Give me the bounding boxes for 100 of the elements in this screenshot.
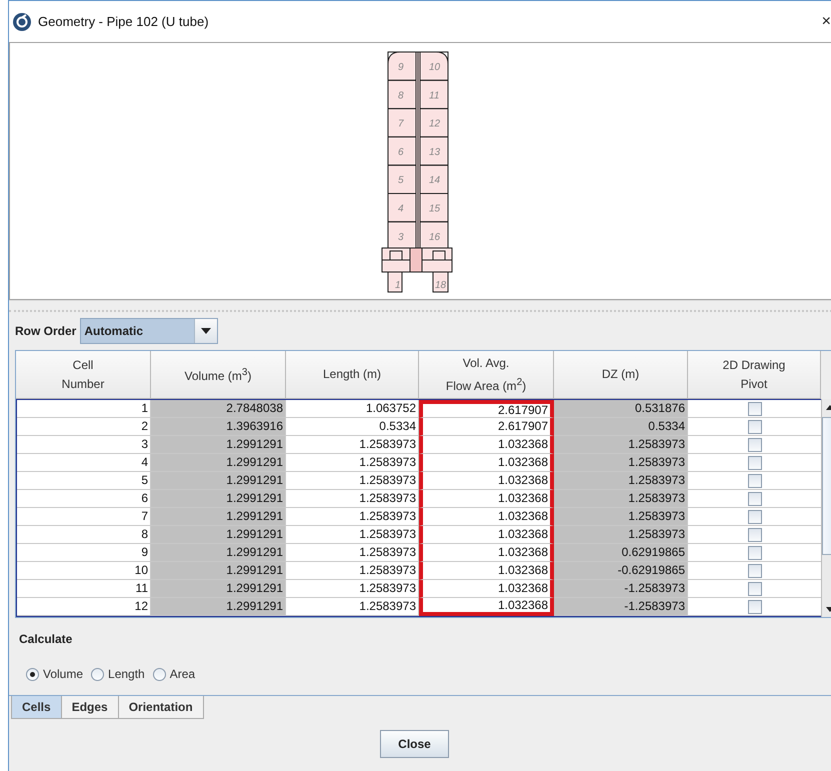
- table-cell: 1.3963916: [151, 418, 286, 436]
- table-cell: 1.2991291: [151, 454, 286, 472]
- table-cell: 1.032368: [419, 598, 554, 616]
- radio-option[interactable]: Volume: [26, 667, 84, 681]
- cell-label: 11: [428, 90, 439, 102]
- table-cell: 5: [17, 472, 151, 490]
- pivot-checkbox[interactable]: [748, 492, 762, 506]
- cell-label: 18: [434, 280, 446, 291]
- table-cell: 1.032368: [419, 508, 554, 526]
- close-button[interactable]: Close: [380, 730, 449, 758]
- table-cell: 1.2583973: [554, 508, 688, 526]
- calculate-label: Calculate: [19, 632, 72, 646]
- table-cell: 0.5334: [554, 418, 688, 436]
- table-cell: 1.2583973: [286, 544, 419, 562]
- table-cell: 1.2583973: [286, 526, 419, 544]
- splitter-bar[interactable]: [9, 300, 831, 312]
- app-logo-icon: [13, 12, 31, 30]
- table-cell: 0.531876: [554, 400, 688, 418]
- pivot-checkbox[interactable]: [748, 564, 762, 578]
- table-cell: 7: [17, 508, 151, 526]
- table-cell: 1.032368: [419, 580, 554, 598]
- cell-label: 8: [398, 90, 404, 102]
- column-header[interactable]: Length (m): [286, 351, 419, 399]
- table-cell: 1.2583973: [286, 472, 419, 490]
- table-cell: 1.032368: [419, 544, 554, 562]
- cell-label: 16: [428, 232, 440, 243]
- table-cell: 1.2991291: [151, 490, 286, 508]
- table-cell: 1.032368: [419, 490, 554, 508]
- table-cell: 0.62919865: [554, 544, 688, 562]
- tab[interactable]: Edges: [60, 696, 119, 719]
- table-cell: 12: [17, 598, 151, 616]
- table-cell: 1.032368: [419, 562, 554, 580]
- table-cell: -0.62919865: [554, 562, 688, 580]
- table-cell: -1.2583973: [554, 580, 688, 598]
- table-cell: -1.2583973: [554, 598, 688, 616]
- cell-label: 5: [398, 175, 404, 186]
- table-cell: 1.2583973: [554, 436, 688, 454]
- pivot-checkbox[interactable]: [748, 456, 762, 470]
- table-cell: 8: [17, 526, 151, 544]
- table-cell: 4: [17, 454, 151, 472]
- column-header[interactable]: Volume (m$^{3}$): [151, 351, 286, 399]
- table-cell: 1.2583973: [286, 562, 419, 580]
- cell-label: 15: [428, 204, 440, 214]
- table-cell: 3: [17, 436, 151, 454]
- table-cell: 1: [17, 400, 151, 418]
- tab[interactable]: Cells: [11, 696, 62, 719]
- tab[interactable]: Orientation: [118, 696, 204, 719]
- pivot-checkbox[interactable]: [748, 438, 762, 452]
- table-cell: 1.032368: [419, 472, 554, 490]
- row-order-label: Row Order: [15, 324, 76, 338]
- table-cell: 1.2991291: [151, 544, 286, 562]
- table-cell: 1.2583973: [286, 490, 419, 508]
- cell-label: 14: [428, 175, 440, 186]
- table-cell: 6: [17, 490, 151, 508]
- table-cell: 1.2991291: [151, 436, 286, 454]
- table-cell: 0.5334: [286, 418, 419, 436]
- cell-label: 1: [394, 280, 400, 291]
- radio-option[interactable]: Length: [91, 667, 145, 681]
- table-cell: 1.2583973: [554, 454, 688, 472]
- table-cell: 1.032368: [419, 436, 554, 454]
- table-cell: 1.2583973: [554, 490, 688, 508]
- cell-label: 3: [398, 232, 404, 243]
- column-header[interactable]: DZ (m): [554, 351, 688, 399]
- radio-option[interactable]: Area: [152, 667, 196, 681]
- pivot-checkbox[interactable]: [748, 402, 762, 416]
- table-cell: 2.617907: [419, 418, 554, 436]
- table-cell: 1.2583973: [286, 508, 419, 526]
- pivot-checkbox[interactable]: [748, 474, 762, 488]
- cell-label: 10: [428, 62, 440, 73]
- table-cell: 10: [17, 562, 151, 580]
- table-cell: 1.2583973: [286, 580, 419, 598]
- pivot-checkbox[interactable]: [748, 582, 762, 596]
- table-cell: 1.2583973: [286, 598, 419, 616]
- column-header[interactable]: Vol. Avg. Flow Area (m$^{2}$): [419, 351, 554, 399]
- row-order-dropdown[interactable]: Automatic: [80, 318, 218, 344]
- table-cell: 1.2991291: [151, 508, 286, 526]
- table-cell: 2: [17, 418, 151, 436]
- pivot-checkbox[interactable]: [748, 420, 762, 434]
- table-cell: 1.2991291: [151, 472, 286, 490]
- table-cell: 1.2583973: [554, 472, 688, 490]
- pivot-checkbox[interactable]: [748, 528, 762, 542]
- table-cell: 1.032368: [419, 526, 554, 544]
- cell-label: 13: [428, 146, 440, 158]
- table-cell: 1.2583973: [286, 436, 419, 454]
- window-title: Geometry - Pipe 102 (U tube): [38, 14, 210, 29]
- table-cell: 11: [17, 580, 151, 598]
- cell-label: 9: [398, 62, 404, 73]
- table-cell: 1.2991291: [151, 598, 286, 616]
- pivot-checkbox[interactable]: [748, 546, 762, 560]
- caret-icon: [201, 328, 212, 334]
- column-header[interactable]: Cell Number: [16, 351, 151, 399]
- close-icon[interactable]: ×: [822, 12, 831, 30]
- cell-label: 7: [398, 118, 404, 130]
- table-cell: 9: [17, 544, 151, 562]
- column-header[interactable]: 2D Drawing Pivot: [688, 351, 821, 399]
- pivot-checkbox[interactable]: [748, 510, 762, 524]
- table-cell: 1.2991291: [151, 562, 286, 580]
- table-cell: 1.2991291: [151, 526, 286, 544]
- cell-label: 6: [398, 146, 404, 158]
- pivot-checkbox[interactable]: [748, 600, 762, 614]
